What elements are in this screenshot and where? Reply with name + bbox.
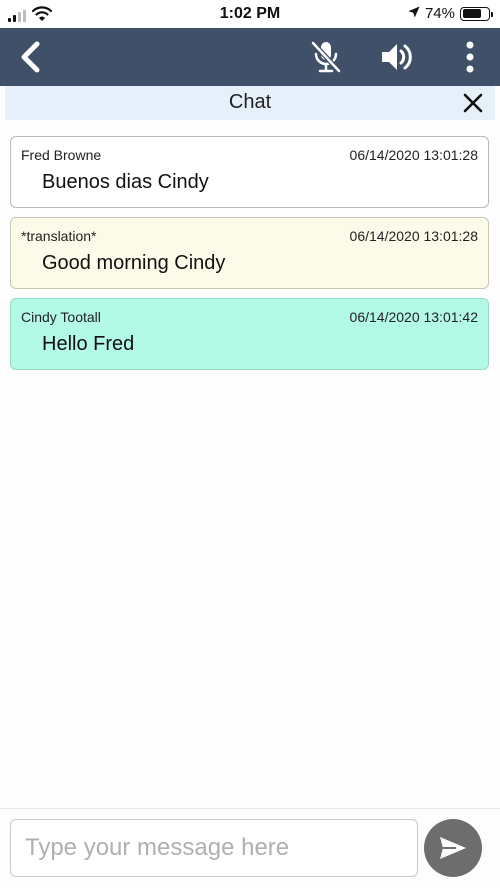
battery-icon bbox=[460, 6, 493, 21]
message-item-translation: *translation* 06/14/2020 13:01:28 Good m… bbox=[10, 217, 489, 289]
more-vertical-icon bbox=[466, 41, 474, 73]
chat-title: Chat bbox=[228, 91, 272, 113]
message-input[interactable] bbox=[10, 819, 418, 877]
location-arrow-icon bbox=[408, 5, 420, 22]
message-item-own: Cindy Tootall 06/14/2020 13:01:42 Hello … bbox=[10, 298, 489, 370]
message-sender: *translation* bbox=[21, 228, 97, 244]
message-text: Good morning Cindy bbox=[42, 252, 226, 274]
message-composer bbox=[0, 808, 500, 888]
message-text: Buenos dias Cindy bbox=[42, 171, 209, 193]
send-button[interactable] bbox=[424, 819, 482, 877]
battery-percentage: 74% bbox=[424, 5, 455, 22]
speaker-button[interactable] bbox=[373, 28, 421, 86]
close-chat-button[interactable] bbox=[461, 91, 485, 115]
battery-fill bbox=[462, 9, 481, 18]
message-sender: Fred Browne bbox=[21, 147, 102, 163]
status-right: 74% bbox=[408, 5, 493, 22]
close-icon bbox=[463, 93, 483, 113]
back-button[interactable] bbox=[6, 28, 54, 86]
message-item: Fred Browne 06/14/2020 13:01:28 Buenos d… bbox=[10, 136, 489, 208]
message-text: Hello Fred bbox=[42, 333, 135, 355]
speaker-icon bbox=[382, 44, 412, 70]
message-sender: Cindy Tootall bbox=[21, 309, 101, 325]
more-options-button[interactable] bbox=[446, 28, 494, 86]
chat-header: Chat bbox=[5, 86, 495, 120]
message-timestamp: 06/14/2020 13:01:28 bbox=[349, 228, 478, 244]
message-list: Fred Browne 06/14/2020 13:01:28 Buenos d… bbox=[10, 136, 489, 379]
send-icon bbox=[440, 837, 466, 859]
status-bar: 1:02 PM 74% bbox=[0, 0, 500, 28]
mute-microphone-button[interactable] bbox=[302, 28, 350, 86]
call-toolbar bbox=[0, 28, 500, 86]
message-timestamp: 06/14/2020 13:01:28 bbox=[349, 147, 478, 163]
microphone-muted-icon bbox=[311, 41, 341, 73]
back-chevron-icon bbox=[21, 41, 40, 73]
message-timestamp: 06/14/2020 13:01:42 bbox=[349, 309, 478, 325]
